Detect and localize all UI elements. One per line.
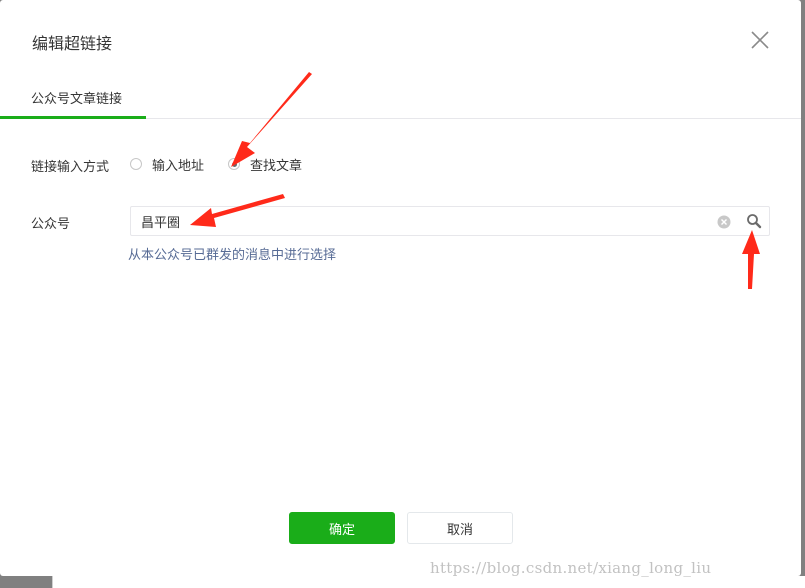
selection-hint: 从本公众号已群发的消息中进行选择 [128,248,337,263]
radio-checked-icon [228,158,240,170]
account-search-box [130,206,770,236]
cancel-button[interactable]: 取消 [407,512,513,544]
search-icon[interactable] [746,213,762,229]
account-label: 公众号 [31,217,71,232]
tab-label: 公众号文章链接 [31,92,123,107]
radio-input-address[interactable]: 输入地址 [130,155,205,174]
background-panel [52,576,805,588]
edit-hyperlink-dialog: 编辑超链接 公众号文章链接 链接输入方式 输入地址 查找文章 公众号 昌平圈 从… [0,0,801,576]
tab-active-indicator [0,116,146,119]
tab-article-link[interactable]: 公众号文章链接 [0,76,146,119]
radio-label: 输入地址 [152,158,205,174]
account-search-input[interactable] [141,207,701,235]
clear-icon[interactable] [717,214,731,229]
radio-label: 查找文章 [250,158,303,174]
radio-find-article[interactable]: 查找文章 [228,155,303,174]
link-mode-label: 链接输入方式 [31,160,110,175]
radio-unchecked-icon [130,158,142,170]
watermark: https://blog.csdn.net/xiang_long_liu [430,559,712,577]
confirm-button[interactable]: 确定 [289,512,395,544]
dialog-title: 编辑超链接 [32,34,113,53]
close-icon[interactable] [748,28,772,52]
tab-bar: 公众号文章链接 [0,76,801,119]
